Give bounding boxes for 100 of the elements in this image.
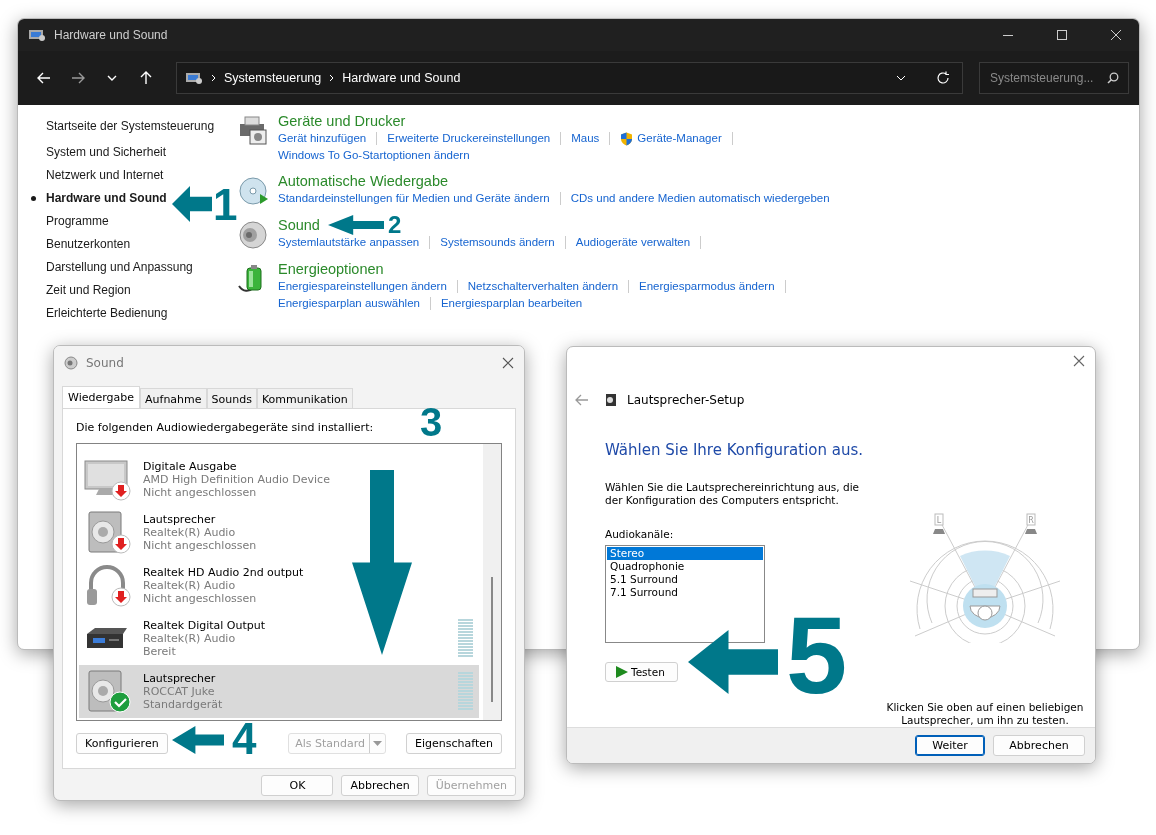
device-status: Nicht angeschlossen [143, 592, 257, 605]
device-status: Nicht angeschlossen [143, 539, 257, 552]
control-panel-icon [185, 71, 203, 85]
device-driver: AMD High Definition Audio Device [143, 473, 330, 486]
forward-arrow-icon [71, 72, 85, 84]
intro-text: Die folgenden Audiowiedergabegeräte sind installiert: [76, 421, 375, 434]
dialog-button[interactable]: Abbrechen [993, 735, 1085, 756]
sidebar-item[interactable]: Zeit und Region [46, 283, 131, 298]
category-link[interactable]: Gerät hinzufügen [278, 130, 367, 147]
device-status: Bereit [143, 645, 176, 658]
sidebar-item[interactable]: Netzwerk und Internet [46, 168, 164, 183]
address-bar[interactable]: Systemsteuerung Hardware und Sound [176, 62, 963, 94]
dialog-title: Lautsprecher-Setup [627, 393, 745, 407]
category-link[interactable]: Standardeinstellungen für Medien und Geräte ändern [278, 190, 550, 207]
search-icon [1107, 72, 1119, 84]
dialog-button[interactable]: Abbrechen [341, 775, 419, 796]
device-name: Realtek Digital Output [143, 619, 266, 632]
annotation-arrow [328, 215, 384, 235]
channel-option[interactable]: 5.1 Surround [607, 573, 763, 586]
breadcrumb-item[interactable]: Hardware und Sound [342, 71, 461, 85]
annotation-number: 5 [786, 614, 848, 697]
action-button[interactable]: Konfigurieren [76, 733, 168, 754]
tab[interactable]: Sounds [206, 388, 257, 408]
minimize-icon [1003, 34, 1013, 36]
description-text: Wählen Sie die Lautsprechereinrichtung aus, die der Konfiguration des Computers entspricht. [605, 481, 861, 507]
sidebar-item[interactable]: Erleichterte Bedienung [46, 306, 168, 321]
chevron-icon [211, 74, 216, 82]
device-driver: ROCCAT Juke [143, 685, 215, 698]
back-arrow-icon [37, 72, 51, 84]
category-link[interactable]: Systemsounds ändern [440, 234, 555, 251]
category-link[interactable]: Audiogeräte verwalten [575, 234, 691, 251]
dropdown-icon[interactable] [896, 75, 906, 81]
scrollbar[interactable] [483, 444, 501, 720]
device-driver: Realtek(R) Audio [143, 526, 236, 539]
tab[interactable]: Kommunikation [256, 388, 353, 408]
category-link[interactable]: Geräte-Manager [637, 130, 722, 147]
sidebar-item[interactable]: Hardware und Sound [46, 191, 167, 206]
channel-option[interactable]: 7.1 Surround [607, 586, 763, 599]
device-name: Realtek HD Audio 2nd output [143, 566, 304, 579]
up-arrow-icon [140, 71, 152, 85]
category-title[interactable]: Energieoptionen [278, 260, 384, 278]
action-button[interactable]: Eigenschaften [406, 733, 502, 754]
channel-option[interactable]: Stereo [607, 547, 763, 560]
annotation-number: 3 [420, 407, 443, 437]
sidebar-item[interactable]: Programme [46, 214, 109, 229]
dialog-button[interactable]: OK [261, 775, 334, 796]
category-link[interactable]: Erweiterte Druckereinstellungen [387, 130, 551, 147]
device-status: Nicht angeschlossen [143, 486, 257, 499]
close-icon [1111, 30, 1121, 40]
category-title[interactable]: Automatische Wiedergabe [278, 172, 449, 190]
speaker-icon [64, 355, 78, 370]
window-title: Hardware und Sound [54, 28, 169, 42]
sidebar-item[interactable]: Benutzerkonten [46, 237, 131, 252]
category-title[interactable]: Geräte und Drucker [278, 112, 406, 130]
annotation-number: 1 [213, 188, 238, 221]
device-row[interactable]: Lautsprecher Realtek(R) Audio Nicht angeschlossen [79, 506, 479, 559]
speaker-icon [236, 218, 270, 252]
category-link[interactable]: Netzschalterverhalten ändern [467, 278, 619, 295]
disc-icon [236, 174, 270, 208]
category-title[interactable]: Sound [278, 216, 320, 234]
sidebar-item[interactable]: System und Sicherheit [46, 145, 167, 160]
sidebar-link[interactable]: Startseite der Systemsteuerung [46, 119, 215, 133]
device-status: Standardgerät [143, 698, 223, 711]
device-row[interactable]: Lautsprecher ROCCAT Juke Standardgerät [79, 665, 479, 718]
device-name: Lautsprecher [143, 672, 216, 685]
annotation-arrow [172, 186, 212, 222]
category-link[interactable]: Energiesparplan auswählen [278, 295, 420, 312]
sidebar-item[interactable]: Darstellung und Anpassung [46, 260, 193, 275]
close-icon[interactable] [1073, 355, 1085, 367]
tab[interactable]: Wiedergabe [62, 386, 140, 408]
close-icon[interactable] [502, 356, 514, 369]
tab[interactable]: Aufnahme [140, 388, 207, 408]
category-link[interactable]: Energiespareinstellungen ändern [278, 278, 447, 295]
chevron-icon [329, 74, 335, 82]
device-driver: Realtek(R) Audio [143, 579, 236, 592]
device-driver: Realtek(R) Audio [143, 632, 236, 645]
control-panel-icon [28, 28, 46, 42]
category-link[interactable]: Maus [571, 130, 600, 147]
device-name: Digitale Ausgabe [143, 460, 237, 473]
channel-option[interactable]: Quadrophonie [607, 560, 763, 573]
chevron-down-icon [107, 75, 117, 81]
annotation-number: 2 [388, 216, 402, 234]
dialog-button[interactable]: Weiter [915, 735, 985, 756]
bullet-icon [31, 196, 36, 201]
hint-text: Klicken Sie oben auf einen beliebigen Lautsprecher, um ihn zu testen. [885, 701, 1085, 727]
search-field[interactable]: Systemsteuerung... [979, 62, 1129, 94]
test-button[interactable]: Testen [605, 662, 678, 682]
shield-icon [620, 131, 634, 146]
category-link[interactable]: Energiesparplan bearbeiten [440, 295, 583, 312]
device-name: Lautsprecher [143, 513, 216, 526]
device-row[interactable]: Digitale Ausgabe AMD High Definition Audio Device Nicht angeschlossen [79, 453, 479, 506]
category-link[interactable]: Systemlautstärke anpassen [278, 234, 420, 251]
category-link[interactable]: Windows To Go-Startoptionen ändern [278, 147, 470, 164]
category-link[interactable]: CDs und andere Medien automatisch wiedergeben [570, 190, 830, 207]
category-link[interactable]: Energiesparmodus ändern [639, 278, 775, 295]
back-icon[interactable] [575, 394, 589, 406]
device-row[interactable]: Realtek HD Audio 2nd output Realtek(R) Audio Nicht angeschlossen [79, 559, 479, 612]
device-row[interactable]: Realtek Digital Output Realtek(R) Audio Bereit [79, 612, 479, 665]
breadcrumb-item[interactable]: Systemsteuerung [224, 71, 322, 85]
refresh-icon[interactable] [936, 71, 950, 85]
